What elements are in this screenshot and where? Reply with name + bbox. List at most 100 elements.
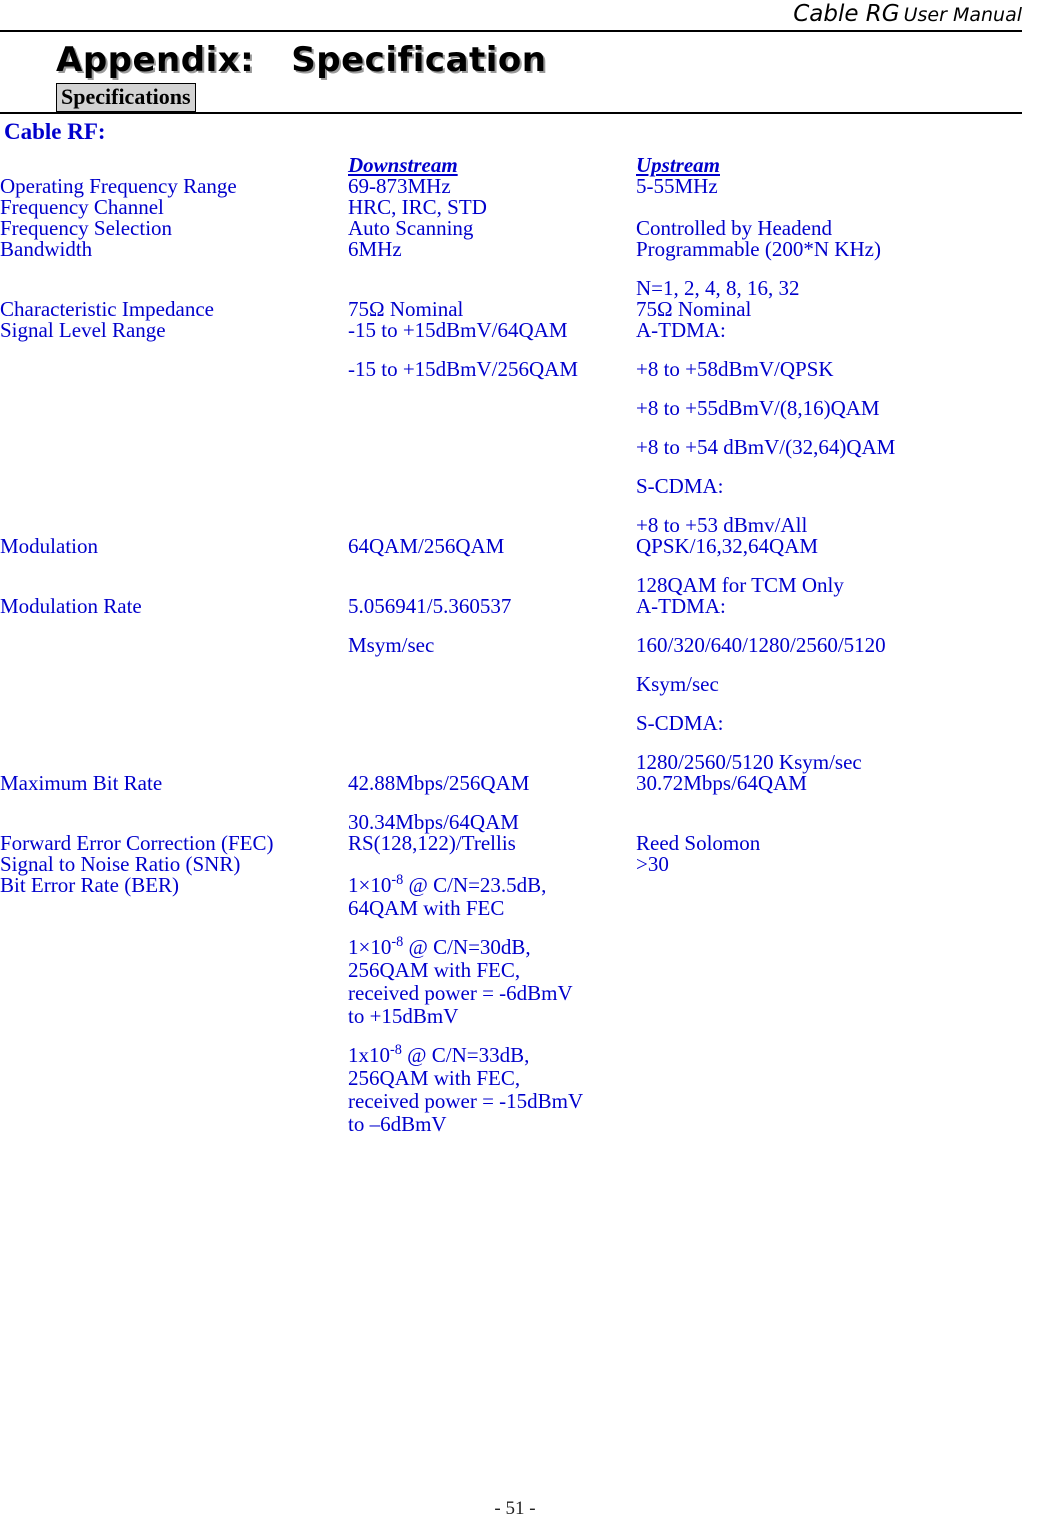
row-label: Frequency Channel bbox=[0, 195, 164, 219]
ber-line: to –6dBmV bbox=[348, 1112, 447, 1136]
cell-upstream: A-TDMA: 160/320/640/1280/2560/5120 Ksym/se… bbox=[636, 596, 1030, 773]
cell-downstream: -15 to +15dBmV/64QAM -15 to +15dBmV/256QA… bbox=[348, 320, 636, 536]
row-label: Bit Error Rate (BER) bbox=[0, 873, 180, 897]
cell-line: 42.88Mbps/256QAM bbox=[348, 771, 530, 795]
table-row: Modulation 64QAM/256QAM QPSK/16,32,64QAM 12… bbox=[0, 536, 1030, 596]
table-row-ber: Bit Error Rate (BER) 1×10-8 @ C/N=23.5dB,… bbox=[0, 872, 1030, 1137]
cell-line: 6MHz bbox=[348, 237, 402, 261]
title-divider-rule bbox=[0, 112, 1022, 114]
column-header-upstream: Upstream bbox=[636, 153, 720, 177]
ber-formula: 1x10-8 @ C/N=33dB, bbox=[348, 1042, 530, 1067]
section-heading-cable-rf: Cable RF: bbox=[4, 119, 106, 144]
header-divider-rule bbox=[0, 30, 1022, 32]
table-row: Maximum Bit Rate 42.88Mbps/256QAM 30.34Mbp… bbox=[0, 773, 1030, 833]
cell-line: S-CDMA: bbox=[636, 711, 724, 735]
table-header-row: Downstream Upstream bbox=[0, 155, 1030, 176]
document-page: Cable RG User Manual Appendix: Specificat… bbox=[0, 0, 1040, 1539]
cell-downstream-ber: 1×10-8 @ C/N=23.5dB, 64QAM with FEC 1×10-8… bbox=[348, 872, 636, 1137]
cell-line: Programmable (200*N KHz) bbox=[636, 237, 881, 261]
ber-exponent: -8 bbox=[391, 934, 404, 950]
cell-downstream: RS(128,122)/Trellis bbox=[348, 833, 636, 854]
cell-upstream: >30 bbox=[636, 854, 1030, 875]
cell-line: 69-873MHz bbox=[348, 174, 451, 198]
row-label: Signal Level Range bbox=[0, 318, 166, 342]
cell-upstream: Reed Solomon bbox=[636, 833, 1030, 854]
cell-line: HRC, IRC, STD bbox=[348, 195, 487, 219]
cell-line: 30.34Mbps/64QAM bbox=[348, 810, 519, 834]
cell-downstream: 42.88Mbps/256QAM 30.34Mbps/64QAM bbox=[348, 773, 636, 833]
table-row: Signal Level Range -15 to +15dBmV/64QAM -1… bbox=[0, 320, 1030, 536]
ber-line: 256QAM with FEC, bbox=[348, 1066, 521, 1090]
table-row: Operating Frequency Range 69-873MHz 5-55MH… bbox=[0, 176, 1030, 197]
cell-line: 160/320/640/1280/2560/5120 bbox=[636, 633, 886, 657]
row-label: Modulation bbox=[0, 534, 98, 558]
cell-line: 30.72Mbps/64QAM bbox=[636, 771, 807, 795]
cell-line: +8 to +55dBmV/(8,16)QAM bbox=[636, 396, 880, 420]
cell-upstream: 30.72Mbps/64QAM bbox=[636, 773, 1030, 833]
cell-line: -15 to +15dBmV/64QAM bbox=[348, 318, 568, 342]
cell-upstream: A-TDMA: +8 to +58dBmV/QPSK +8 to +55dBmV/(… bbox=[636, 320, 1030, 536]
cell-line: 5.056941/5.360537 bbox=[348, 594, 512, 618]
cell-line: 75Ω Nominal bbox=[348, 297, 464, 321]
cell-line: 64QAM/256QAM bbox=[348, 534, 505, 558]
cell-downstream: 75Ω Nominal bbox=[348, 299, 636, 320]
row-label: Signal to Noise Ratio (SNR) bbox=[0, 852, 241, 876]
cell-downstream: HRC, IRC, STD bbox=[348, 197, 636, 218]
cell-line: 5-55MHz bbox=[636, 174, 718, 198]
cell-downstream: 64QAM/256QAM bbox=[348, 536, 636, 596]
page-title: Appendix: Specification bbox=[56, 40, 547, 80]
table-row: Modulation Rate 5.056941/5.360537 Msym/sec… bbox=[0, 596, 1030, 773]
table-row: Signal to Noise Ratio (SNR) >30 bbox=[0, 854, 1030, 875]
page-number: - 51 - bbox=[494, 1498, 536, 1519]
cell-upstream bbox=[636, 197, 1030, 218]
cell-upstream: QPSK/16,32,64QAM 128QAM for TCM Only bbox=[636, 536, 1030, 596]
table-row: Frequency Channel HRC, IRC, STD bbox=[0, 197, 1030, 218]
cell-line: QPSK/16,32,64QAM bbox=[636, 534, 819, 558]
ber-line: received power = -6dBmV bbox=[348, 981, 573, 1005]
cell-line: -15 to +15dBmV/256QAM bbox=[348, 357, 579, 381]
specifications-tag: Specifications bbox=[56, 83, 196, 112]
cell-line: 1280/2560/5120 Ksym/sec bbox=[636, 750, 862, 774]
row-label: Maximum Bit Rate bbox=[0, 771, 163, 795]
cell-line: Ksym/sec bbox=[636, 672, 719, 696]
header-subtitle: User Manual bbox=[903, 4, 1022, 26]
cell-downstream: Auto Scanning bbox=[348, 218, 636, 239]
table-row: Bandwidth 6MHz Programmable (200*N KHz) N=1… bbox=[0, 239, 1030, 299]
cell-line: Controlled by Headend bbox=[636, 216, 832, 240]
ber-formula: 1×10-8 @ C/N=23.5dB, bbox=[348, 872, 547, 897]
row-label: Bandwidth bbox=[0, 237, 93, 261]
running-header: Cable RG User Manual bbox=[0, 0, 1022, 30]
table-row: Frequency Selection Auto Scanning Controll… bbox=[0, 218, 1030, 239]
cell-downstream: 5.056941/5.360537 Msym/sec bbox=[348, 596, 636, 773]
row-label: Characteristic Impedance bbox=[0, 297, 214, 321]
ber-block: 1×10-8 @ C/N=23.5dB, 64QAM with FEC bbox=[348, 872, 636, 919]
row-label: Operating Frequency Range bbox=[0, 174, 237, 198]
cell-upstream: Programmable (200*N KHz) N=1, 2, 4, 8, 16… bbox=[636, 239, 1030, 299]
cell-line: Auto Scanning bbox=[348, 216, 474, 240]
ber-line: to +15dBmV bbox=[348, 1004, 459, 1028]
ber-line: received power = -15dBmV bbox=[348, 1089, 584, 1113]
cell-line: 75Ω Nominal bbox=[636, 297, 752, 321]
cell-upstream-ber bbox=[636, 875, 1030, 1137]
cell-upstream: 75Ω Nominal bbox=[636, 299, 1030, 320]
cell-upstream: 5-55MHz bbox=[636, 176, 1030, 197]
table-row: Forward Error Correction (FEC) RS(128,122… bbox=[0, 833, 1030, 854]
row-label: Forward Error Correction (FEC) bbox=[0, 831, 274, 855]
ber-exponent: -8 bbox=[391, 872, 404, 888]
cell-line: S-CDMA: bbox=[636, 474, 724, 498]
cell-line: Reed Solomon bbox=[636, 831, 761, 855]
cell-line: A-TDMA: bbox=[636, 318, 726, 342]
ber-block: 1x10-8 @ C/N=33dB, 256QAM with FEC, receiv… bbox=[348, 1042, 636, 1136]
cell-downstream: 69-873MHz bbox=[348, 176, 636, 197]
specifications-table-body: Downstream Upstream Operating Frequency Ra… bbox=[0, 155, 1030, 1137]
ber-exponent: -8 bbox=[390, 1042, 402, 1058]
row-label: Modulation Rate bbox=[0, 594, 142, 618]
specifications-table: Downstream Upstream Operating Frequency Ra… bbox=[0, 155, 1030, 1137]
column-header-blank bbox=[0, 155, 348, 176]
header-brand: Cable RG bbox=[793, 1, 900, 27]
cell-line: +8 to +58dBmV/QPSK bbox=[636, 357, 834, 381]
cell-downstream: 6MHz bbox=[348, 239, 636, 299]
ber-formula: 1×10-8 @ C/N=30dB, bbox=[348, 934, 531, 959]
ber-line: 256QAM with FEC, bbox=[348, 958, 521, 982]
cell-line: N=1, 2, 4, 8, 16, 32 bbox=[636, 276, 800, 300]
